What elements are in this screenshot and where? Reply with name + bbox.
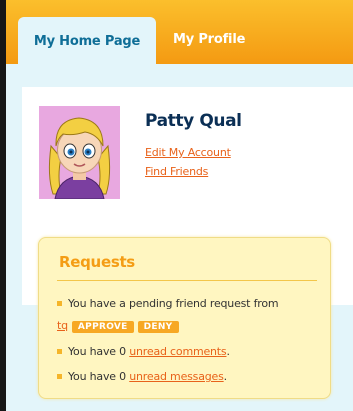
messages-prefix: You have 0 — [68, 370, 126, 383]
friend-request-item: You have a pending friend request from — [57, 297, 279, 310]
edit-account-link[interactable]: Edit My Account — [145, 146, 231, 159]
avatar-image — [39, 106, 120, 199]
friend-name-link[interactable]: tq — [57, 319, 68, 332]
messages-item: You have 0 unread messages. — [57, 370, 227, 383]
requests-title: Requests — [59, 253, 135, 271]
deny-button[interactable]: DENY — [137, 321, 179, 333]
requests-box: Requests You have a pending friend reque… — [38, 237, 331, 399]
user-name: Patty Qual — [145, 111, 242, 131]
comments-period: . — [226, 345, 230, 358]
comments-item: You have 0 unread comments. — [57, 345, 230, 358]
bullet-icon — [57, 348, 62, 354]
tab-my-profile[interactable]: My Profile — [173, 17, 245, 62]
tab-my-home-page[interactable]: My Home Page — [18, 17, 156, 65]
bullet-icon — [57, 373, 62, 379]
requests-divider — [57, 280, 317, 281]
friend-request-text: You have a pending friend request from — [68, 297, 279, 310]
unread-messages-link[interactable]: unread messages — [129, 370, 224, 383]
friend-request-actions: tq APPROVE DENY — [57, 319, 179, 333]
bullet-icon — [57, 300, 62, 306]
approve-button[interactable]: APPROVE — [71, 321, 134, 333]
find-friends-link[interactable]: Find Friends — [145, 165, 208, 178]
page-frame: My Home Page My Profile Patty Qual Edit … — [0, 0, 353, 411]
avatar — [39, 106, 120, 199]
messages-period: . — [223, 370, 228, 383]
unread-comments-link[interactable]: unread comments — [129, 345, 226, 358]
comments-prefix: You have 0 — [68, 345, 126, 358]
